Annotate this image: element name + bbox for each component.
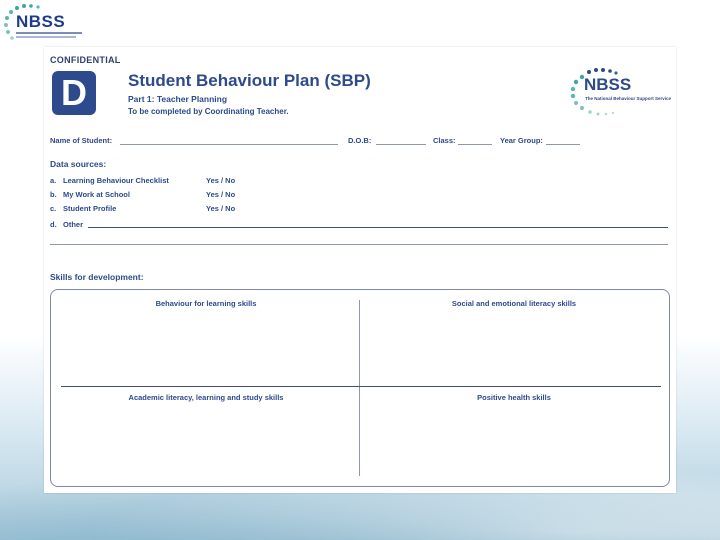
data-source-label-c: Student Profile — [63, 204, 117, 213]
data-source-answer-a[interactable]: Yes / No — [206, 176, 235, 185]
nbss-document-logo: NBSS The National Behaviour Support Serv… — [568, 67, 672, 117]
document-page: CONFIDENTIAL D Student Behaviour Plan (S… — [44, 47, 676, 493]
year-group-field-line[interactable] — [546, 144, 580, 145]
skills-vertical-divider — [359, 300, 360, 476]
confidential-label: CONFIDENTIAL — [50, 55, 121, 65]
skill-social-emotional: Social and emotional literacy skills — [451, 299, 577, 308]
data-source-other-label: Other — [63, 220, 84, 229]
data-source-label-b: My Work at School — [63, 190, 130, 199]
data-source-letter-b: b. — [50, 190, 57, 199]
class-label: Class: — [433, 136, 456, 145]
skills-horizontal-divider — [61, 386, 661, 387]
header-logo-tagline-2 — [16, 36, 76, 38]
section-badge: D — [52, 71, 96, 115]
data-source-letter-c: c. — [50, 204, 57, 213]
dob-label: D.O.B: — [348, 136, 372, 145]
data-source-label-a: Learning Behaviour Checklist — [63, 176, 169, 185]
skills-grid: Behaviour for learning skills Social and… — [50, 289, 670, 487]
skill-academic-literacy: Academic literacy, learning and study sk… — [128, 393, 284, 402]
year-group-label: Year Group: — [500, 136, 543, 145]
data-source-letter-a: a. — [50, 176, 57, 185]
other-field-line[interactable] — [88, 227, 668, 228]
skill-behaviour-learning: Behaviour for learning skills — [155, 299, 257, 308]
other-field-line-2[interactable] — [50, 244, 668, 245]
document-logo-text: NBSS — [584, 75, 632, 94]
class-field-line[interactable] — [458, 144, 492, 145]
data-source-answer-b[interactable]: Yes / No — [206, 190, 235, 199]
skills-heading: Skills for development: — [50, 272, 144, 282]
document-subtitle: Part 1: Teacher Planning — [128, 94, 228, 104]
header-logo-text: NBSS — [16, 12, 66, 31]
document-logo-tagline: The National Behaviour Support Service — [585, 96, 672, 101]
data-sources-heading: Data sources: — [50, 159, 107, 169]
nbss-header-logo: NBSS — [2, 2, 86, 46]
data-source-answer-c[interactable]: Yes / No — [206, 204, 235, 213]
dob-field-line[interactable] — [376, 144, 426, 145]
skill-positive-health: Positive health skills — [477, 393, 551, 402]
document-title: Student Behaviour Plan (SBP) — [128, 71, 371, 90]
header-logo-tagline — [16, 32, 82, 34]
data-source-letter-d: d. — [50, 220, 57, 229]
name-field-line[interactable] — [120, 144, 338, 145]
name-label: Name of Student: — [50, 136, 113, 145]
document-instruction: To be completed by Coordinating Teacher. — [128, 107, 289, 116]
